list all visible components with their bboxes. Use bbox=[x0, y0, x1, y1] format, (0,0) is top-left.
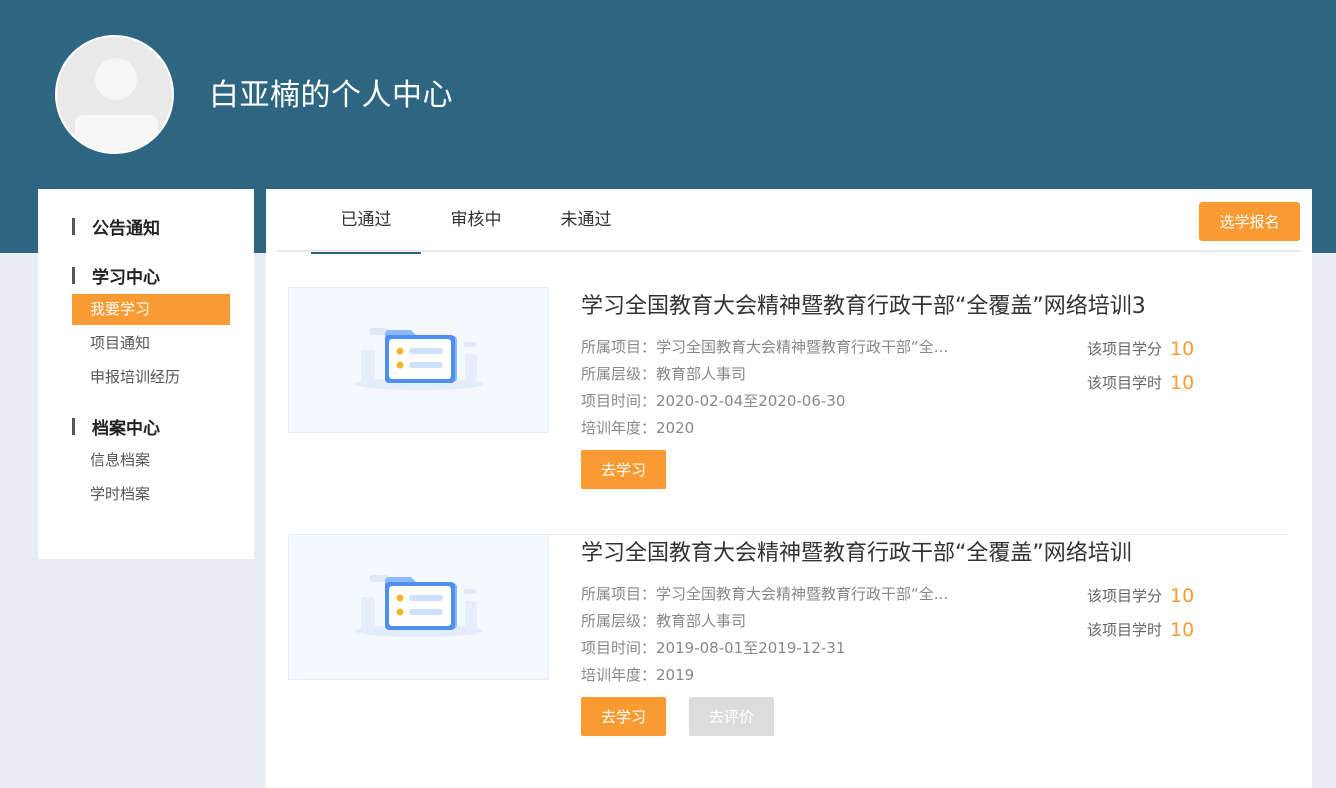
sidebar-section-label: 学习中心 bbox=[92, 267, 160, 288]
sidebar-item-hours-archive[interactable]: 学时档案 bbox=[72, 479, 230, 510]
course-hours: 该项目学时 10 bbox=[1087, 372, 1194, 394]
meta-label: 所属项目： bbox=[581, 585, 657, 603]
sidebar-item-training-history[interactable]: 申报培训经历 bbox=[72, 362, 230, 393]
meta-label: 项目时间： bbox=[581, 639, 657, 657]
course-card: 学习全国教育大会精神暨教育行政干部“全覆盖”网络培训 所属项目：学习全国教育大会… bbox=[288, 534, 1288, 782]
meta-label: 所属项目： bbox=[581, 338, 657, 356]
sidebar-section-archives[interactable]: 档案中心 bbox=[72, 413, 160, 439]
stat-value: 10 bbox=[1170, 585, 1195, 607]
course-time: 项目时间：2020-02-04至2020-06-30 bbox=[581, 390, 845, 411]
section-marker bbox=[72, 266, 75, 284]
sidebar-section-label: 档案中心 bbox=[92, 418, 160, 439]
meta-label: 项目时间： bbox=[581, 392, 657, 410]
course-level: 所属层级：教育部人事司 bbox=[581, 363, 746, 384]
study-button[interactable]: 去学习 bbox=[581, 450, 666, 489]
course-title[interactable]: 学习全国教育大会精神暨教育行政干部“全覆盖”网络培训 bbox=[581, 535, 1132, 567]
stat-label: 该项目学时 bbox=[1087, 374, 1163, 392]
stat-value: 10 bbox=[1170, 372, 1195, 394]
meta-value: 2019 bbox=[656, 666, 695, 684]
meta-value: 2020 bbox=[656, 419, 695, 437]
stat-label: 该项目学分 bbox=[1087, 340, 1163, 358]
folder-document-icon bbox=[355, 328, 483, 390]
course-time: 项目时间：2019-08-01至2019-12-31 bbox=[581, 637, 845, 658]
meta-value: 2020-02-04至2020-06-30 bbox=[656, 392, 846, 410]
course-hours: 该项目学时 10 bbox=[1087, 619, 1194, 641]
meta-value: 2019-08-01至2019-12-31 bbox=[656, 639, 846, 657]
stat-label: 该项目学分 bbox=[1087, 587, 1163, 605]
meta-label: 所属层级： bbox=[581, 612, 657, 630]
stat-label: 该项目学时 bbox=[1087, 621, 1163, 639]
status-tabs: 已通过 审核中 未通过 选学报名 bbox=[277, 189, 1301, 254]
course-thumbnail[interactable] bbox=[288, 534, 549, 680]
sidebar-item-info-archive[interactable]: 信息档案 bbox=[72, 445, 230, 476]
avatar[interactable] bbox=[55, 35, 174, 154]
page-title: 白亚楠的个人中心 bbox=[209, 78, 453, 113]
stat-value: 10 bbox=[1170, 338, 1195, 360]
meta-label: 培训年度： bbox=[581, 666, 657, 684]
stat-value: 10 bbox=[1170, 619, 1195, 641]
main-panel: 已通过 审核中 未通过 选学报名 学习全国教育大会精神暨教育行政干部“全覆盖”网… bbox=[266, 189, 1312, 788]
folder-document-icon bbox=[355, 575, 483, 637]
course-level: 所属层级：教育部人事司 bbox=[581, 610, 746, 631]
section-marker bbox=[72, 217, 75, 235]
enroll-button[interactable]: 选学报名 bbox=[1199, 202, 1300, 241]
course-thumbnail[interactable] bbox=[288, 287, 549, 433]
course-title[interactable]: 学习全国教育大会精神暨教育行政干部“全覆盖”网络培训3 bbox=[581, 288, 1146, 320]
sidebar: 公告通知 学习中心 我要学习 项目通知 申报培训经历 档案中心 信息档案 学时档… bbox=[38, 189, 254, 559]
avatar-body-shape bbox=[75, 115, 158, 152]
course-credits: 该项目学分 10 bbox=[1087, 338, 1194, 360]
sidebar-section-label: 公告通知 bbox=[92, 218, 160, 239]
sidebar-section-announcements[interactable]: 公告通知 bbox=[72, 213, 160, 239]
meta-label: 所属层级： bbox=[581, 365, 657, 383]
meta-label: 培训年度： bbox=[581, 419, 657, 437]
avatar-head-shape bbox=[95, 58, 137, 100]
meta-value: 学习全国教育大会精神暨教育行政干部“全... bbox=[656, 585, 949, 603]
sidebar-section-learning[interactable]: 学习中心 bbox=[72, 262, 160, 288]
meta-value: 教育部人事司 bbox=[656, 612, 747, 630]
course-project: 所属项目：学习全国教育大会精神暨教育行政干部“全... bbox=[581, 583, 948, 604]
course-year: 培训年度：2019 bbox=[581, 664, 694, 685]
meta-value: 教育部人事司 bbox=[656, 365, 747, 383]
sidebar-item-project-notice[interactable]: 项目通知 bbox=[72, 328, 230, 359]
evaluate-button[interactable]: 去评价 bbox=[689, 697, 774, 736]
study-button[interactable]: 去学习 bbox=[581, 697, 666, 736]
tab-reviewing[interactable]: 审核中 bbox=[421, 189, 531, 252]
course-year: 培训年度：2020 bbox=[581, 417, 694, 438]
course-card: 学习全国教育大会精神暨教育行政干部“全覆盖”网络培训3 所属项目：学习全国教育大… bbox=[288, 287, 1288, 535]
sidebar-item-my-study[interactable]: 我要学习 bbox=[72, 294, 230, 325]
tab-rejected[interactable]: 未通过 bbox=[531, 189, 641, 252]
course-project: 所属项目：学习全国教育大会精神暨教育行政干部“全... bbox=[581, 336, 948, 357]
course-credits: 该项目学分 10 bbox=[1087, 585, 1194, 607]
tab-approved[interactable]: 已通过 bbox=[311, 189, 421, 254]
meta-value: 学习全国教育大会精神暨教育行政干部“全... bbox=[656, 338, 949, 356]
section-marker bbox=[72, 417, 75, 435]
